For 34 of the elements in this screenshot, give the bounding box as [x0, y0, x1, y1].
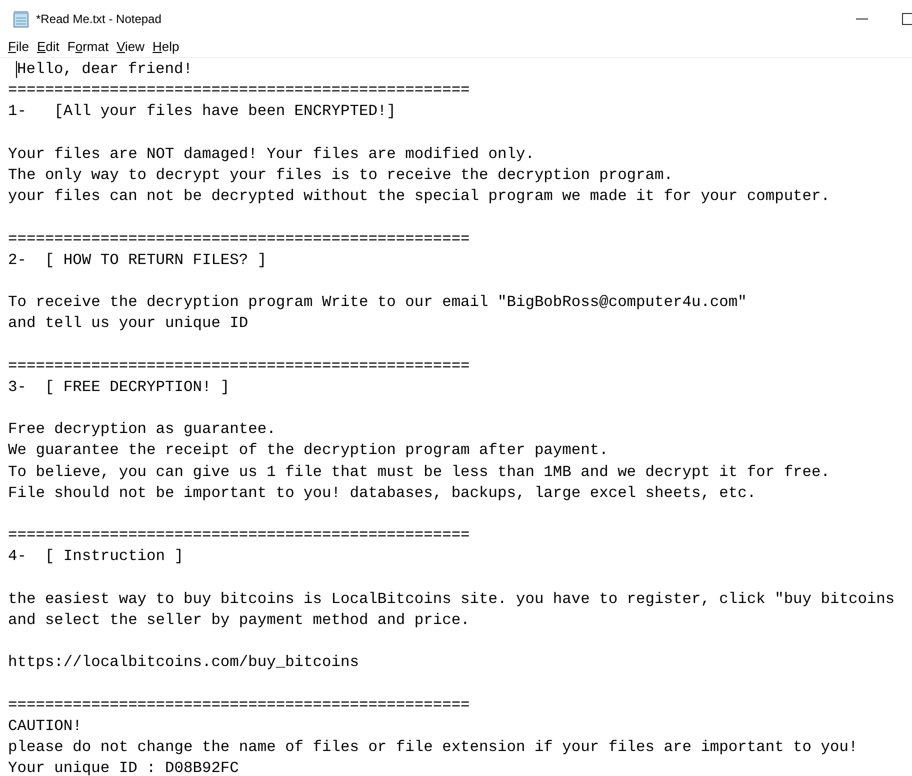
text-line: 1- [All your files have been ENCRYPTED!]	[8, 101, 396, 122]
text-line: 2- [ HOW TO RETURN FILES? ]	[8, 250, 267, 271]
text-line: https://localbitcoins.com/buy_bitcoins	[8, 652, 359, 674]
text-line: and select the seller by payment method and price.	[8, 610, 470, 631]
text-line: ==================================================	[8, 80, 470, 102]
text-line: please do not change the name of files or file extension if your files are important to you!	[8, 737, 858, 758]
text-line: ==================================================	[8, 525, 470, 546]
text-line: Hello, dear friend!	[17, 59, 192, 80]
text-line: Your files are NOT damaged! Your files are modified only.	[8, 144, 534, 165]
menu-item[interactable]: Edit	[32, 38, 64, 56]
minimize-icon	[856, 18, 868, 20]
text-line: ==================================================	[8, 694, 470, 716]
window-title: *Read Me.txt - Notepad	[36, 10, 162, 28]
text-line: To believe, you can give us 1 file that must be less than 1MB and we decrypt it for free.	[8, 462, 830, 483]
text-line: To receive the decryption program Write to our email "BigBobRoss@computer4u.com"	[8, 292, 747, 314]
text-line: CAUTION!	[8, 716, 82, 737]
text-line: the easiest way to buy bitcoins is LocalBitcoins site. you have to register, click "buy bitcoins	[8, 588, 895, 610]
maximize-icon	[902, 12, 912, 24]
notepad-icon	[12, 10, 30, 28]
text-line: We guarantee the receipt of the decryption program after payment.	[8, 440, 608, 462]
text-line: 3- [ FREE DECRYPTION! ]	[8, 376, 230, 398]
menu-item[interactable]: Help	[148, 38, 184, 56]
text-line: 4- [ Instruction ]	[8, 546, 184, 568]
text-line: File should not be important to you! databases, backups, large excel sheets, etc.	[8, 482, 756, 504]
text-line: ==================================================	[8, 356, 470, 377]
text-line: Your unique ID : D08B92FC	[8, 758, 239, 776]
menu-item[interactable]: Format	[63, 38, 113, 56]
text-line: The only way to decrypt your files is to receive the decryption program.	[8, 164, 673, 186]
text-line: ==================================================	[8, 228, 470, 250]
text-line: Free decryption as guarantee.	[8, 419, 276, 440]
text-line: your files can not be decrypted without the special program we made it for your computer.	[8, 186, 830, 208]
menu-item[interactable]: File	[4, 38, 33, 56]
menu-item[interactable]: View	[112, 38, 149, 56]
text-line: and tell us your unique ID	[8, 313, 248, 334]
